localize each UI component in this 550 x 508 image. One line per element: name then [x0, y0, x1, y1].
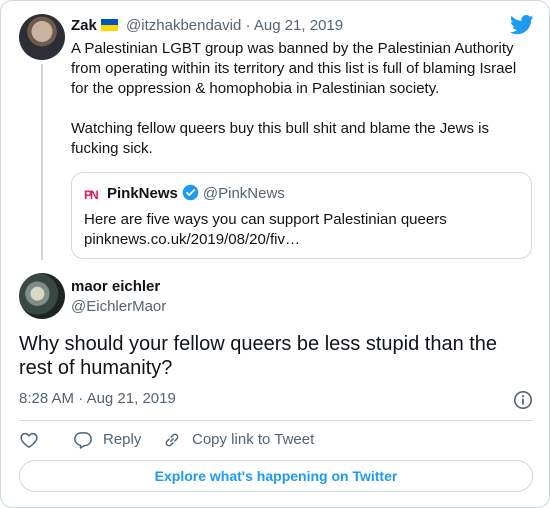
explore-twitter-button[interactable]: Explore what's happening on Twitter — [19, 460, 533, 492]
author-name[interactable]: maor eichler — [71, 277, 160, 297]
quoted-author-name: PinkNews — [107, 185, 178, 202]
parent-paragraph-1: A Palestinian LGBT group was banned by t… — [71, 40, 517, 97]
parent-author-handle[interactable]: @itzhakbendavid — [126, 17, 241, 34]
parent-date[interactable]: Aug 21, 2019 — [254, 17, 343, 34]
parent-avatar[interactable] — [19, 14, 65, 60]
quoted-tweet-header: PN PinkNews @PinkNews — [84, 184, 285, 204]
tweet-timestamp[interactable]: 8:28 AM · Aug 21, 2019 — [19, 389, 176, 409]
tweet-time: 8:28 AM — [19, 390, 75, 407]
info-icon[interactable] — [513, 390, 533, 410]
heart-icon — [20, 432, 38, 448]
author-avatar[interactable] — [19, 273, 65, 319]
quoted-author-handle: @PinkNews — [202, 185, 285, 202]
author-handle[interactable]: @EichlerMaor — [71, 297, 166, 317]
parent-tweet-header: Zak @itzhakbendavid · Aug 21, 2019 — [71, 16, 343, 36]
like-button[interactable] — [19, 429, 43, 451]
parent-author-name[interactable]: Zak — [71, 17, 97, 34]
pinknews-logo-icon: PN — [84, 188, 99, 202]
quoted-tweet[interactable]: PN PinkNews @PinkNews Here are five ways y… — [71, 172, 532, 259]
tweet-date: Aug 21, 2019 — [86, 390, 176, 407]
twitter-logo-icon[interactable] — [510, 15, 534, 35]
quoted-link[interactable]: pinknews.co.uk/2019/08/20/fiv… — [84, 230, 514, 250]
copy-link-button[interactable]: Copy link to Tweet — [162, 429, 332, 451]
parent-paragraph-2: Watching fellow queers buy this bull shi… — [71, 120, 489, 157]
link-icon — [165, 433, 179, 447]
reply-button[interactable]: Reply — [73, 429, 163, 451]
quoted-text-line: Here are five ways you can support Pales… — [84, 211, 447, 228]
ukraine-flag-icon — [100, 19, 118, 31]
verified-badge-icon — [182, 184, 199, 201]
tweet-separator: · — [78, 390, 84, 407]
parent-tweet-text: A Palestinian LGBT group was banned by t… — [71, 39, 531, 159]
tweet-text: Why should your fellow queers be less st… — [19, 333, 498, 379]
thread-connector-line — [41, 64, 43, 260]
parent-separator: · — [245, 17, 251, 34]
reply-icon — [74, 432, 92, 449]
quoted-tweet-text: Here are five ways you can support Pales… — [84, 210, 514, 250]
reply-label: Reply — [103, 431, 142, 448]
copy-link-label: Copy link to Tweet — [192, 431, 315, 448]
tweet-embed-card: Zak @itzhakbendavid · Aug 21, 2019 A Pal… — [0, 0, 550, 508]
actions-divider — [19, 420, 533, 421]
